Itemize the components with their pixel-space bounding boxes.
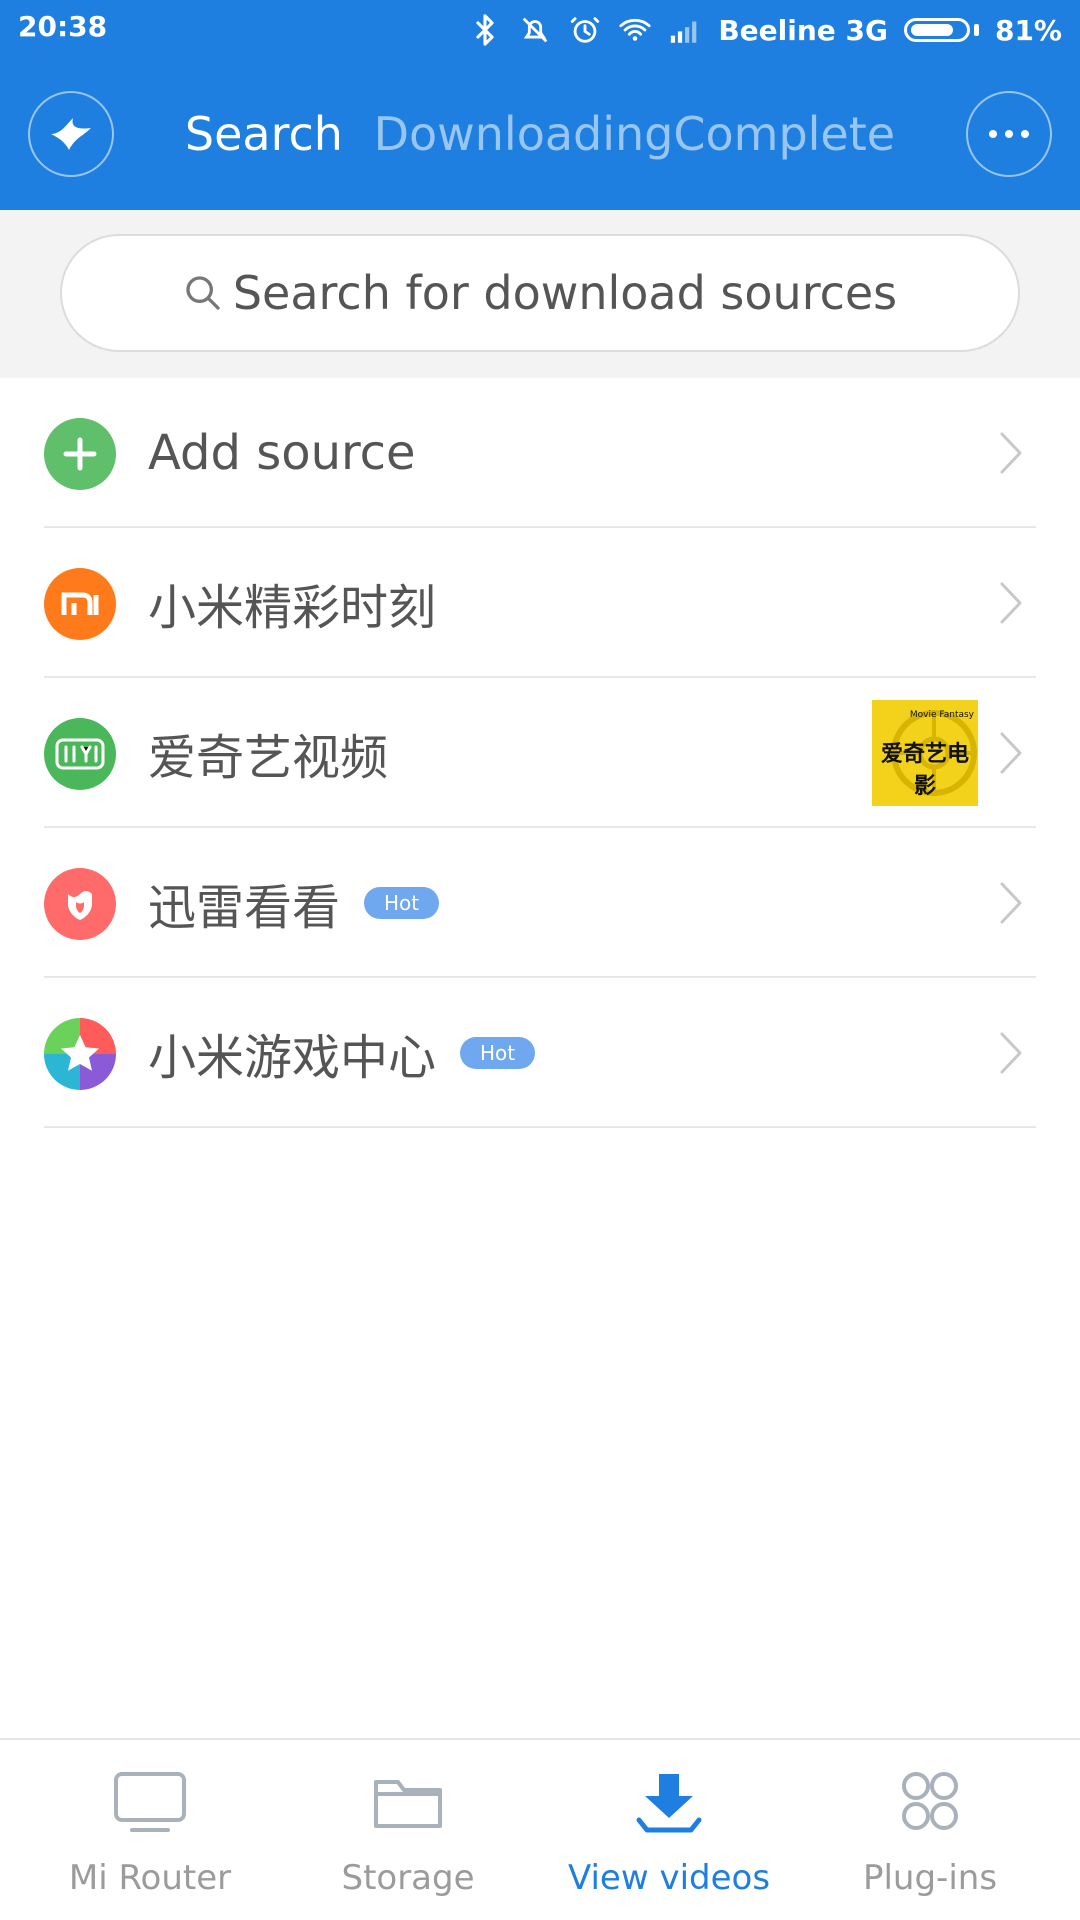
- add-icon: [44, 418, 116, 490]
- source-list: Add source 小米精彩时刻 爱奇艺视频 爱奇艺电影 Movie Fant…: [0, 378, 1080, 1128]
- status-bar: 20:38 Beeline 3G 81%: [0, 0, 1080, 60]
- list-item[interactable]: 爱奇艺视频 爱奇艺电影 Movie Fantasy: [0, 678, 1080, 828]
- chevron-right-icon: [1000, 732, 1022, 774]
- bottom-nav: Mi Router Storage View videos Plug-ins: [0, 1738, 1080, 1920]
- header-tabs: Search DownloadingComplete: [0, 107, 1080, 161]
- status-time: 20:38: [18, 10, 108, 43]
- nav-item-view-videos[interactable]: View videos: [534, 1740, 804, 1920]
- xunlei-icon: [44, 868, 116, 940]
- bluetooth-icon: [476, 14, 494, 46]
- wifi-icon: [619, 18, 651, 41]
- list-item-label: Add source: [148, 425, 416, 481]
- iqiyi-thumbnail[interactable]: 爱奇艺电影 Movie Fantasy: [872, 700, 978, 806]
- nav-label: Mi Router: [68, 1858, 232, 1898]
- nav-label: Plug-ins: [862, 1858, 998, 1898]
- alarm-icon: [571, 17, 600, 43]
- divider: [44, 1126, 1036, 1128]
- list-item[interactable]: 迅雷看看 Hot: [0, 828, 1080, 978]
- iqiyi-icon: [44, 718, 116, 790]
- search-area: Search for download sources: [0, 210, 1080, 378]
- list-item[interactable]: 小米游戏中心 Hot: [0, 978, 1080, 1128]
- mi-icon: [44, 568, 116, 640]
- signal-icon: [671, 21, 697, 43]
- chevron-right-icon: [1000, 882, 1022, 924]
- tab-downloading[interactable]: Downloading: [374, 107, 674, 161]
- chevron-right-icon: [1000, 582, 1022, 624]
- carrier-label: Beeline 3G: [718, 13, 888, 47]
- thumbnail-subtext: Movie Fantasy: [909, 710, 974, 720]
- list-item[interactable]: Add source: [0, 378, 1080, 528]
- more-button[interactable]: [966, 91, 1052, 177]
- game-center-icon: [44, 1018, 116, 1090]
- mute-icon: [522, 17, 548, 43]
- list-item-label: 小米精彩时刻: [148, 580, 437, 636]
- search-placeholder: Search for download sources: [232, 266, 898, 320]
- nav-label: View videos: [567, 1858, 771, 1898]
- nav-label: Storage: [341, 1858, 475, 1898]
- list-item-label: 小米游戏中心 Hot: [148, 978, 536, 1128]
- search-input[interactable]: Search for download sources: [60, 234, 1020, 352]
- tv-icon: [114, 1772, 186, 1832]
- chevron-right-icon: [1000, 432, 1022, 474]
- download-icon: [636, 1774, 702, 1833]
- thumbnail-text: 爱奇艺电影: [880, 742, 969, 799]
- battery-icon: [903, 18, 979, 42]
- more-icon: [989, 130, 1029, 138]
- battery-percent: 81%: [994, 13, 1062, 47]
- list-item[interactable]: 小米精彩时刻: [0, 528, 1080, 678]
- search-icon: [186, 276, 220, 310]
- nav-item-plug-ins[interactable]: Plug-ins: [795, 1740, 1065, 1920]
- tab-complete[interactable]: Complete: [673, 107, 895, 161]
- tab-search[interactable]: Search: [185, 107, 343, 161]
- top-bar: 20:38 Beeline 3G 81% Search DownloadingC…: [0, 0, 1080, 210]
- list-item-label: 爱奇艺视频: [148, 730, 389, 786]
- nav-item-storage[interactable]: Storage: [273, 1740, 543, 1920]
- folder-icon: [374, 1780, 442, 1828]
- app-bar: Search DownloadingComplete: [0, 60, 1080, 210]
- chevron-right-icon: [1000, 1032, 1022, 1074]
- list-item-label: 迅雷看看 Hot: [148, 828, 440, 978]
- hot-badge: Hot: [364, 887, 440, 919]
- nav-item-mi-router[interactable]: Mi Router: [15, 1740, 285, 1920]
- status-right: Beeline 3G 81%: [468, 10, 1062, 50]
- hot-badge: Hot: [460, 1037, 536, 1069]
- plugins-icon: [902, 1772, 958, 1830]
